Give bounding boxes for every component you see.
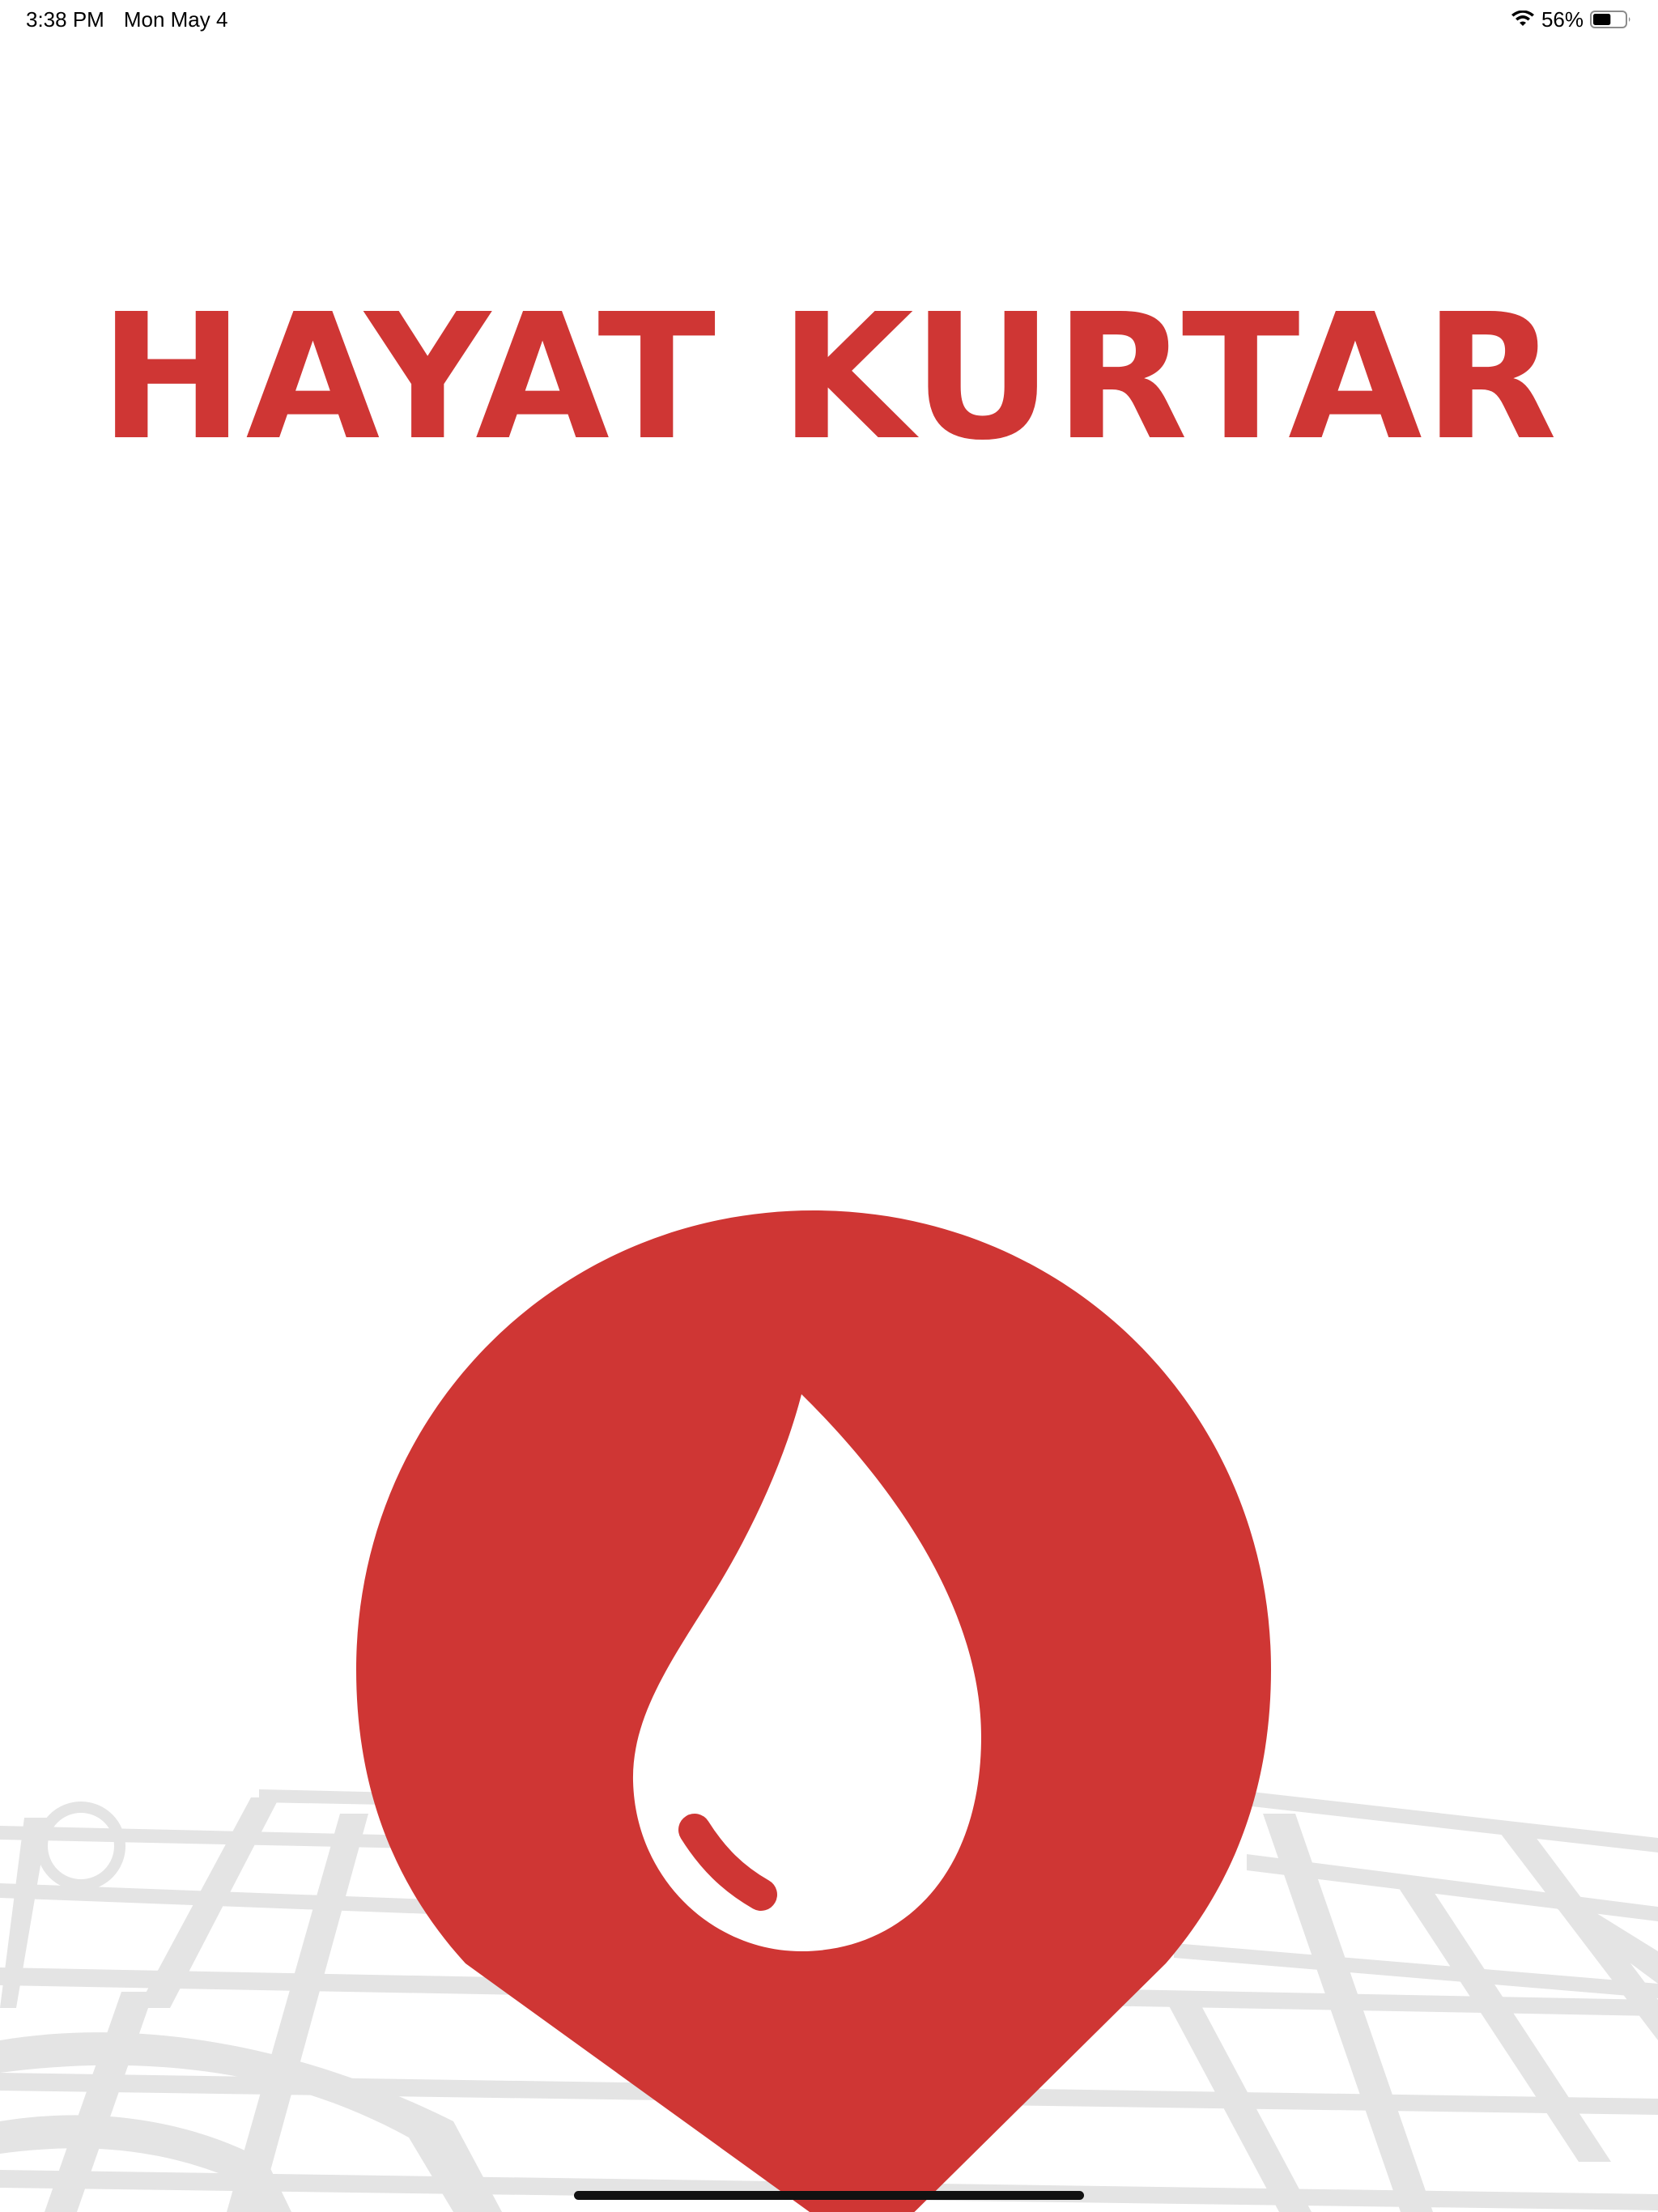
status-date: Mon May 4 <box>123 7 228 32</box>
status-left: 3:38 PM Mon May 4 <box>26 0 227 39</box>
status-time: 3:38 PM <box>26 7 104 32</box>
wifi-icon <box>1511 11 1535 28</box>
battery-percent: 56% <box>1541 7 1584 32</box>
street-map-background <box>0 1789 1658 2212</box>
status-right: 56% <box>1511 0 1632 39</box>
home-indicator[interactable] <box>574 2191 1084 2200</box>
app-title: HAYAT KURTAR <box>99 277 1559 479</box>
status-bar: 3:38 PM Mon May 4 56% <box>0 0 1658 39</box>
battery-icon <box>1590 10 1632 29</box>
